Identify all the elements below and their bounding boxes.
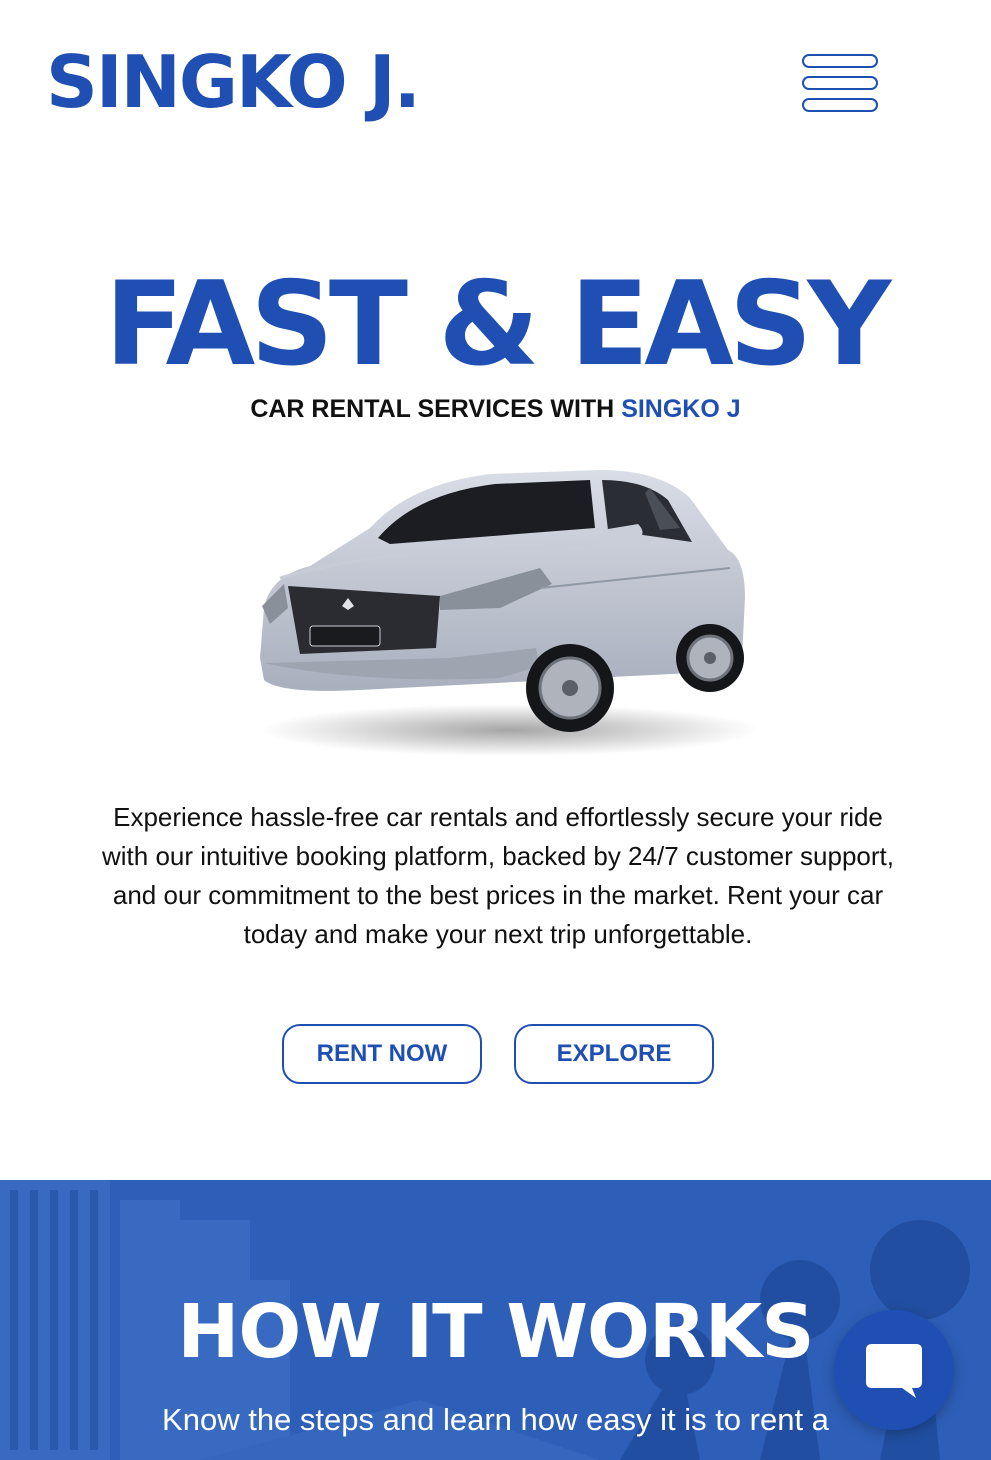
hero-subtitle-prefix: CAR RENTAL SERVICES WITH [250, 395, 622, 423]
hero-title: FAST & EASY [104, 257, 892, 392]
rent-now-button[interactable]: RENT NOW [282, 1024, 482, 1084]
chat-bubble-icon [866, 1344, 922, 1398]
hero-subtitle-brand: SINGKO J [621, 395, 741, 423]
how-it-works-text: Know the steps and learn how easy it is … [162, 1402, 829, 1437]
hamburger-menu-button[interactable] [800, 54, 880, 116]
hero-subtitle: CAR RENTAL SERVICES WITH SINGKO J [0, 395, 991, 424]
site-header: SINGKO J. [0, 0, 991, 170]
chat-button[interactable] [834, 1310, 954, 1430]
hero-description: Experience hassle-free car rentals and e… [102, 802, 894, 949]
explore-button[interactable]: EXPLORE [514, 1024, 714, 1084]
car-image [260, 470, 760, 756]
how-it-works-section: HOW IT WORKS Know the steps and learn ho… [0, 1180, 991, 1460]
site-logo[interactable]: SINGKO J. [46, 46, 421, 118]
